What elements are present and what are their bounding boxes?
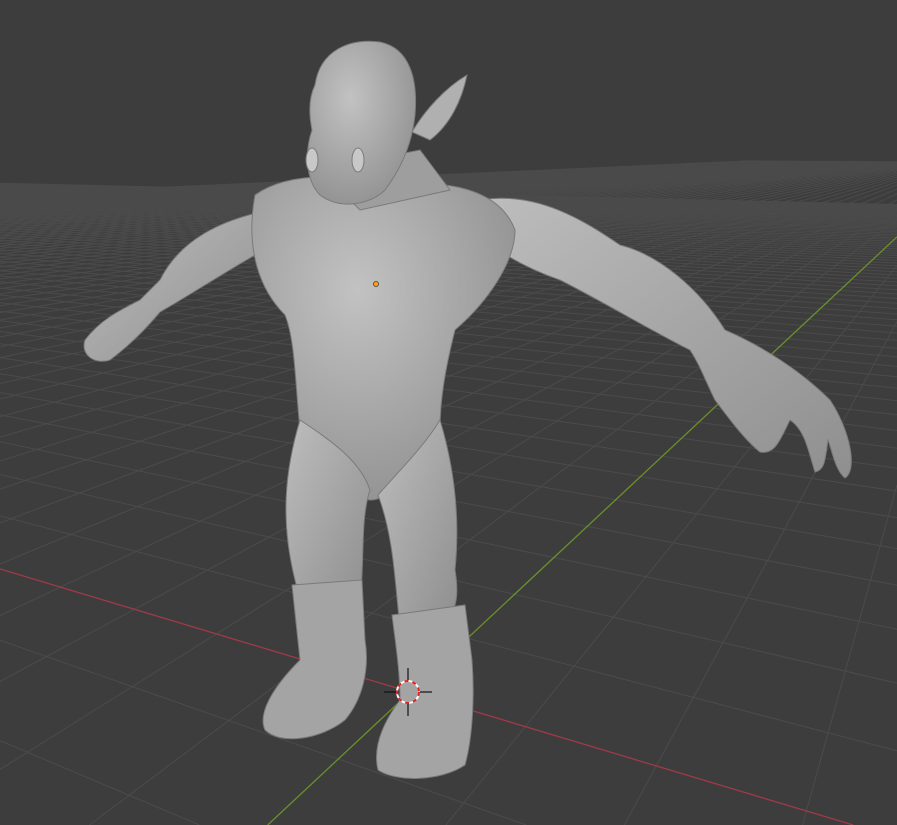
grid-line [802, 484, 897, 825]
tusk-left [305, 147, 319, 173]
tusk-right [351, 147, 365, 173]
ear [411, 73, 468, 141]
object-origin[interactable] [373, 281, 379, 287]
grid-line [0, 740, 200, 825]
3d-viewport[interactable] [0, 0, 897, 825]
character-mesh[interactable] [83, 40, 852, 779]
torso [251, 176, 516, 501]
viewport-canvas[interactable] [0, 0, 897, 825]
left-boot [262, 579, 367, 740]
